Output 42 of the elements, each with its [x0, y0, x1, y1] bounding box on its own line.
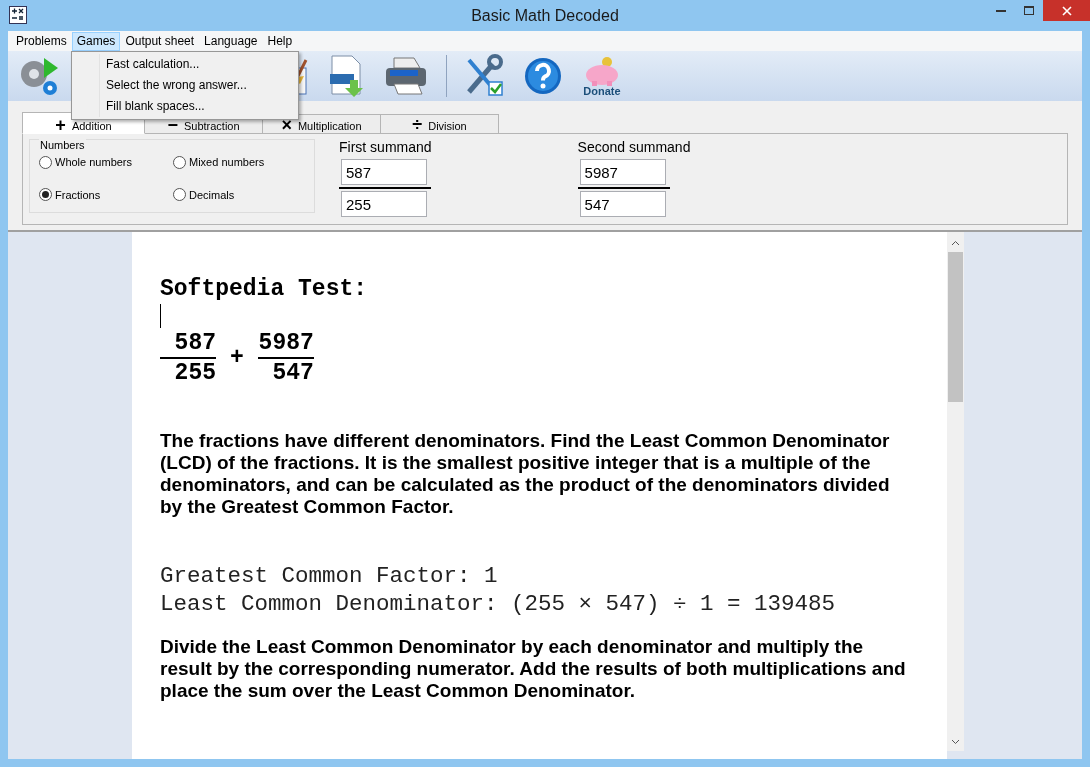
- close-icon: [1061, 5, 1072, 16]
- calculation-line: Greatest Common Factor: 1: [160, 562, 499, 590]
- minimize-icon: [996, 9, 1006, 12]
- scroll-down-icon: [951, 739, 960, 745]
- donate-button[interactable]: Donate: [579, 55, 625, 97]
- denominator-field[interactable]: 255: [341, 191, 427, 217]
- window-title: Basic Math Decoded: [471, 5, 619, 26]
- numerator-field[interactable]: 5987: [579, 159, 666, 185]
- menu-item[interactable]: Fast calculation...: [100, 54, 257, 75]
- summand-label: Second summand: [577, 139, 691, 155]
- numerator-field[interactable]: 587: [341, 159, 427, 185]
- scroll-thumb[interactable]: [948, 252, 963, 402]
- radio-button[interactable]: Decimals: [173, 186, 313, 203]
- explanation-paragraph: Divide the Least Common Denominator by each denominator and multiply the result by the corresponding numerator. Add the results of both multiplications and place the sum over the Least Common Denominator.: [160, 636, 907, 702]
- piggy-bank-icon: [583, 55, 621, 86]
- scrollbar[interactable]: [947, 232, 964, 751]
- rtf-download-icon: [328, 54, 366, 98]
- menu-item[interactable]: Language: [199, 31, 263, 51]
- numerator: 5987: [258, 330, 314, 356]
- numerator: 587: [174, 330, 216, 356]
- plus-sign: +: [230, 343, 244, 373]
- menu-item[interactable]: Games: [71, 31, 121, 51]
- summand-label: First summand: [339, 139, 432, 155]
- scroll-up-icon: [951, 240, 960, 246]
- calculation-line: Least Common Denominator: (255 × 547) ÷ 1 = 139485: [160, 590, 837, 618]
- menu-item[interactable]: Problems: [11, 31, 72, 51]
- explanation-paragraph: The fractions have different denominators. Find the Least Common Denominator (LCD) of the fractions. It is the smallest positive integer that is a multiple of the denominators, and can be calculated as the product of the denominators divided by the Greatest Common Factor.: [160, 430, 891, 518]
- menu-item[interactable]: Output sheet: [120, 31, 200, 51]
- denominator: 547: [272, 360, 314, 386]
- menu-item[interactable]: Help: [262, 31, 298, 51]
- radio-button[interactable]: Whole numbers: [39, 154, 173, 171]
- tab[interactable]: ÷ Division: [380, 114, 499, 134]
- denominator-field[interactable]: 547: [579, 191, 666, 217]
- maximize-icon: [1024, 6, 1034, 15]
- radio-button[interactable]: Mixed numbers: [173, 154, 313, 171]
- document-heading: Softpedia Test:: [160, 276, 369, 302]
- help-icon: [523, 56, 563, 96]
- menu-item[interactable]: Select the wrong answer...: [100, 75, 257, 96]
- denominator: 255: [174, 360, 216, 386]
- text-cursor: [160, 304, 161, 328]
- app-icon: [9, 6, 27, 24]
- radio-button[interactable]: Fractions: [39, 186, 173, 203]
